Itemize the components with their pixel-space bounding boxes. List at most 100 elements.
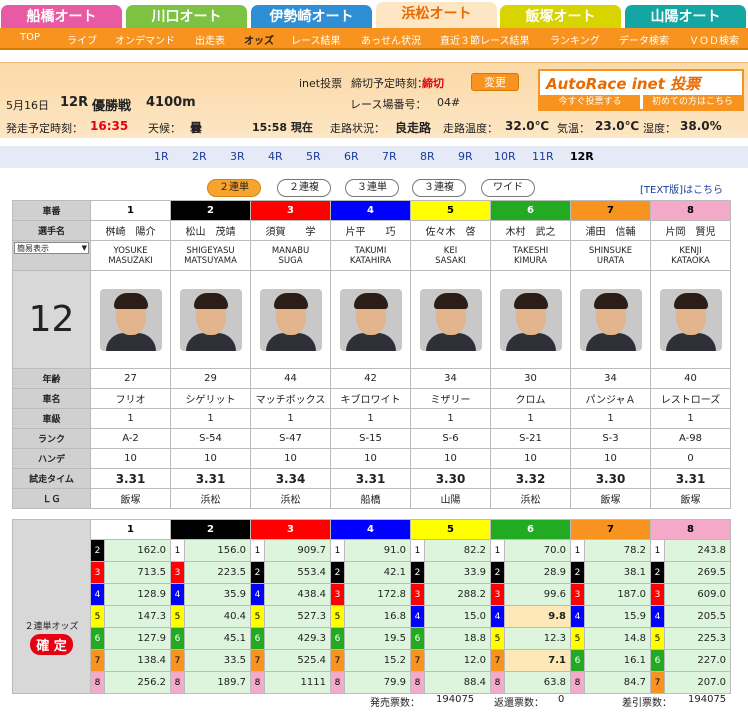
rider-photo[interactable]: [259, 288, 322, 351]
odds-value[interactable]: 82.2: [424, 539, 491, 562]
odds-value[interactable]: 7.1: [504, 649, 571, 672]
rider-photo[interactable]: [339, 288, 402, 351]
track-tab-3[interactable]: 浜松オート: [375, 1, 498, 28]
display-mode-value[interactable]: 簡易表示 ▼: [14, 242, 89, 254]
banner-vote-now-link[interactable]: 今すぐ投票する: [540, 95, 640, 109]
subnav-item-9[interactable]: データ検索: [619, 32, 669, 47]
odds-value[interactable]: 18.8: [424, 627, 491, 650]
odds-value[interactable]: 42.1: [344, 561, 411, 584]
odds-value[interactable]: 187.0: [584, 583, 651, 606]
race-link-8[interactable]: 9R: [458, 150, 473, 163]
odds-value[interactable]: 99.6: [504, 583, 571, 606]
odds-value[interactable]: 78.2: [584, 539, 651, 562]
odds-value[interactable]: 127.9: [104, 627, 171, 650]
odds-value[interactable]: 162.0: [104, 539, 171, 562]
autorace-inet-banner[interactable]: AutoRace inet 投票 今すぐ投票する 初めての方はこちら: [538, 69, 744, 111]
bet-type-button-1[interactable]: ２連複: [277, 179, 331, 197]
race-link-4[interactable]: 5R: [306, 150, 321, 163]
odds-value[interactable]: 33.5: [184, 649, 251, 672]
race-link-2[interactable]: 3R: [230, 150, 245, 163]
rider-photo[interactable]: [579, 288, 642, 351]
odds-value[interactable]: 40.4: [184, 605, 251, 628]
odds-value[interactable]: 38.1: [584, 561, 651, 584]
race-link-1[interactable]: 2R: [192, 150, 207, 163]
odds-value[interactable]: 15.9: [584, 605, 651, 628]
odds-value[interactable]: 269.5: [664, 561, 731, 584]
subnav-item-5[interactable]: レース結果: [291, 32, 341, 47]
race-link-11[interactable]: 12R: [570, 150, 594, 163]
odds-value[interactable]: 909.7: [264, 539, 331, 562]
subnav-item-2[interactable]: オンデマンド: [115, 32, 175, 47]
odds-value[interactable]: 84.7: [584, 671, 651, 694]
odds-value[interactable]: 63.8: [504, 671, 571, 694]
odds-value[interactable]: 147.3: [104, 605, 171, 628]
odds-value[interactable]: 12.0: [424, 649, 491, 672]
track-tab-1[interactable]: 川口オート: [125, 4, 248, 28]
rider-photo[interactable]: [659, 288, 722, 351]
track-tab-5[interactable]: 山陽オート: [624, 4, 747, 28]
subnav-item-10[interactable]: ＶＯＤ検索: [689, 32, 739, 47]
odds-value[interactable]: 429.3: [264, 627, 331, 650]
race-link-3[interactable]: 4R: [268, 150, 283, 163]
odds-value[interactable]: 9.8: [504, 605, 571, 628]
odds-value[interactable]: 16.1: [584, 649, 651, 672]
odds-value[interactable]: 33.9: [424, 561, 491, 584]
odds-value[interactable]: 525.4: [264, 649, 331, 672]
rider-photo[interactable]: [179, 288, 242, 351]
odds-value[interactable]: 12.3: [504, 627, 571, 650]
odds-value[interactable]: 189.7: [184, 671, 251, 694]
subnav-item-7[interactable]: 直近３節レース結果: [440, 32, 530, 47]
odds-value[interactable]: 128.9: [104, 583, 171, 606]
race-link-7[interactable]: 8R: [420, 150, 435, 163]
subnav-item-0[interactable]: TOP: [20, 32, 40, 43]
odds-value[interactable]: 91.0: [344, 539, 411, 562]
odds-value[interactable]: 438.4: [264, 583, 331, 606]
subnav-item-3[interactable]: 出走表: [195, 32, 225, 47]
race-link-6[interactable]: 7R: [382, 150, 397, 163]
race-link-0[interactable]: 1R: [154, 150, 169, 163]
odds-value[interactable]: 1111: [264, 671, 331, 694]
odds-value[interactable]: 713.5: [104, 561, 171, 584]
odds-value[interactable]: 243.8: [664, 539, 731, 562]
subnav-item-6[interactable]: あっせん状況: [361, 32, 421, 47]
subnav-item-4[interactable]: オッズ: [244, 32, 274, 47]
odds-value[interactable]: 205.5: [664, 605, 731, 628]
race-link-5[interactable]: 6R: [344, 150, 359, 163]
odds-value[interactable]: 28.9: [504, 561, 571, 584]
track-tab-4[interactable]: 飯塚オート: [499, 4, 622, 28]
track-tab-0[interactable]: 船橋オート: [0, 4, 123, 28]
odds-value[interactable]: 19.5: [344, 627, 411, 650]
bet-type-button-4[interactable]: ワイド: [481, 179, 535, 197]
odds-value[interactable]: 14.8: [584, 627, 651, 650]
subnav-item-8[interactable]: ランキング: [550, 32, 600, 47]
odds-value[interactable]: 256.2: [104, 671, 171, 694]
odds-value[interactable]: 15.0: [424, 605, 491, 628]
text-version-link[interactable]: [TEXT版]はこちら: [640, 181, 723, 196]
race-link-10[interactable]: 11R: [532, 150, 554, 163]
odds-value[interactable]: 138.4: [104, 649, 171, 672]
odds-value[interactable]: 45.1: [184, 627, 251, 650]
odds-value[interactable]: 527.3: [264, 605, 331, 628]
odds-value[interactable]: 35.9: [184, 583, 251, 606]
odds-value[interactable]: 16.8: [344, 605, 411, 628]
track-tab-2[interactable]: 伊勢崎オート: [250, 4, 373, 28]
rider-photo[interactable]: [499, 288, 562, 351]
banner-first-time-link[interactable]: 初めての方はこちら: [643, 95, 742, 109]
bet-type-button-3[interactable]: ３連複: [412, 179, 466, 197]
odds-value[interactable]: 15.2: [344, 649, 411, 672]
odds-value[interactable]: 207.0: [664, 671, 731, 694]
odds-value[interactable]: 609.0: [664, 583, 731, 606]
odds-value[interactable]: 88.4: [424, 671, 491, 694]
odds-value[interactable]: 156.0: [184, 539, 251, 562]
change-button[interactable]: 変更: [471, 73, 519, 91]
rider-photo[interactable]: [419, 288, 482, 351]
subnav-item-1[interactable]: ライブ: [67, 32, 97, 47]
bet-type-button-0[interactable]: ２連単: [207, 179, 261, 197]
odds-value[interactable]: 225.3: [664, 627, 731, 650]
rider-photo[interactable]: [99, 288, 162, 351]
display-mode-select[interactable]: 簡易表示 ▼: [12, 240, 91, 271]
odds-value[interactable]: 172.8: [344, 583, 411, 606]
bet-type-button-2[interactable]: ３連単: [345, 179, 399, 197]
odds-value[interactable]: 70.0: [504, 539, 571, 562]
odds-value[interactable]: 79.9: [344, 671, 411, 694]
